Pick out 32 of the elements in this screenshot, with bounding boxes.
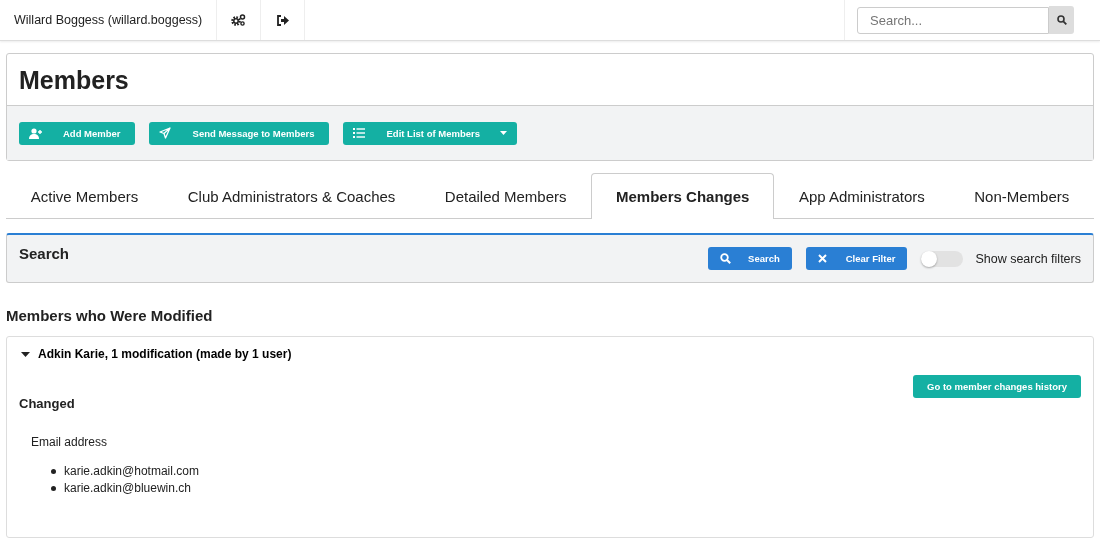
field-value: karie.adkin@bluewin.ch [64,480,191,497]
toggle-label: Show search filters [975,251,1081,266]
bullet-icon [51,469,56,474]
list-icon [352,128,365,138]
paper-plane-icon [158,127,171,139]
search-icon [1056,15,1067,25]
field-name: Email address [31,435,109,449]
tab[interactable]: Detailed Members [420,173,592,219]
user-name[interactable]: Willard Boggess (willard.boggess) [0,0,218,40]
field-value: karie.adkin@hotmail.com [64,463,199,480]
change-header[interactable]: Adkin Karie, 1 modification (made by 1 user) [19,347,292,361]
add-user-icon [29,127,42,139]
tab[interactable]: Club Administrators & Coaches [163,173,421,219]
tab[interactable]: Members Changes [591,173,775,219]
panel-title: Search [19,245,71,262]
tab[interactable]: Non-Members [949,173,1095,219]
close-icon [817,254,827,263]
tab[interactable]: App Administrators [774,173,950,219]
search-button[interactable] [1049,6,1074,34]
tab[interactable]: Active Members [6,173,163,219]
gears-icon [231,14,247,26]
caret-icon [21,351,30,357]
search-button[interactable]: Search [708,247,792,270]
logout-icon [276,14,290,26]
section-title: Members who Were Modified [6,307,214,324]
bullet-icon [51,486,56,491]
group-title: Changed [19,396,76,411]
search-field[interactable]: Search... [857,6,1049,34]
search-icon [720,253,732,264]
clear-filter-button[interactable]: Clear Filter [805,247,908,270]
page-title: Members [18,65,130,96]
toggle-switch[interactable] [921,250,964,267]
